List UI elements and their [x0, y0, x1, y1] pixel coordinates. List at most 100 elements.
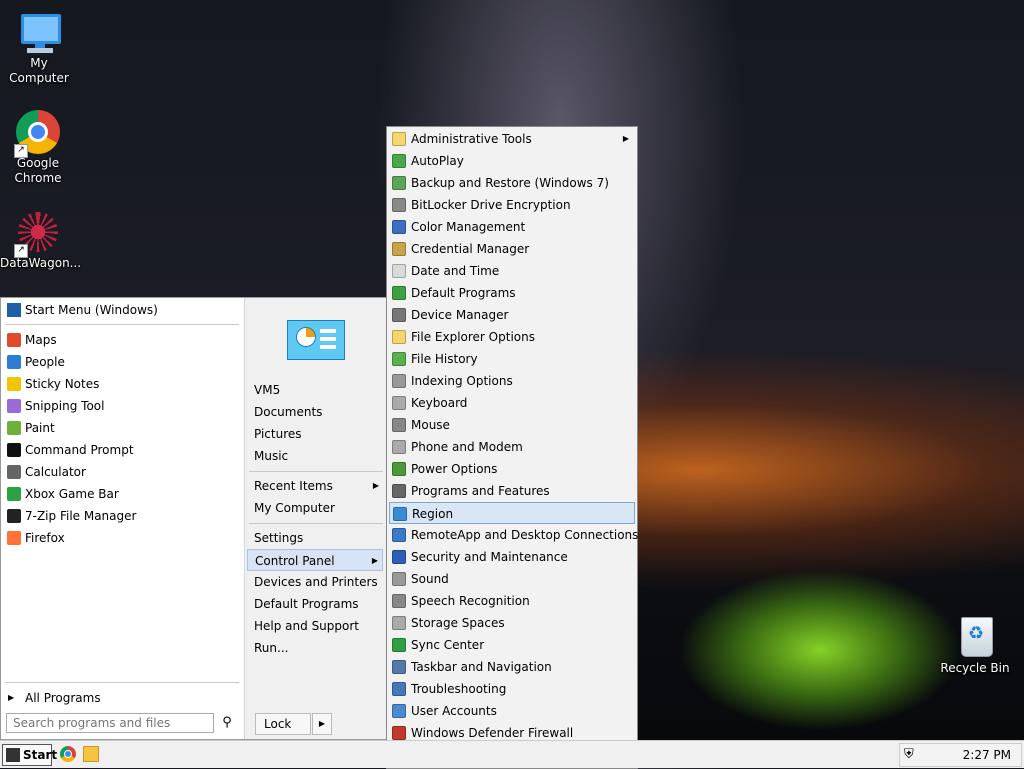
- program-calculator[interactable]: Calculator: [3, 461, 240, 483]
- storage-spaces-icon: [392, 616, 406, 630]
- cp-item-troubleshooting[interactable]: Troubleshooting: [389, 678, 635, 700]
- cp-item-security-and-maintenance[interactable]: Security and Maintenance: [389, 546, 635, 568]
- cp-item-color-management[interactable]: Color Management: [389, 216, 635, 238]
- speech-recognition-icon: [392, 594, 406, 608]
- divider: [5, 682, 239, 683]
- chrome-taskbar-icon[interactable]: [60, 746, 76, 762]
- program-paint[interactable]: Paint: [3, 417, 240, 439]
- sync-center-icon: [392, 638, 406, 652]
- cp-item-phone-and-modem[interactable]: Phone and Modem: [389, 436, 635, 458]
- start-logo-icon: [6, 748, 20, 762]
- devices-and-printers-link[interactable]: Devices and Printers: [247, 571, 383, 593]
- mouse-icon: [392, 418, 406, 432]
- desktop-icon-recycle-bin[interactable]: Recycle Bin: [937, 615, 1013, 676]
- cp-item-keyboard[interactable]: Keyboard: [389, 392, 635, 414]
- divider: [249, 523, 383, 524]
- taskbar: Start ⛨ 2:27 PM: [0, 740, 1024, 768]
- cp-item-indexing-options[interactable]: Indexing Options: [389, 370, 635, 392]
- cp-item-user-accounts[interactable]: User Accounts: [389, 700, 635, 722]
- places-music[interactable]: Music: [247, 445, 383, 467]
- search-input[interactable]: [6, 713, 214, 733]
- cp-item-speech-recognition[interactable]: Speech Recognition: [389, 590, 635, 612]
- my-computer-link[interactable]: My Computer: [247, 497, 383, 519]
- program-xbox-game-bar[interactable]: Xbox Game Bar: [3, 483, 240, 505]
- desktop-icon-label: Recycle Bin: [940, 661, 1010, 675]
- start-button[interactable]: Start: [2, 744, 57, 766]
- start-menu-windows-icon: [7, 303, 21, 317]
- desktop-icon-datawagon[interactable]: ↗ DataWagon...: [0, 210, 82, 271]
- user-accounts-icon: [392, 704, 406, 718]
- desktop-icon-label: My Computer: [9, 56, 69, 85]
- command-prompt-icon: [7, 443, 21, 457]
- cp-item-storage-spaces[interactable]: Storage Spaces: [389, 612, 635, 634]
- control-panel-link[interactable]: Control Panel ▶: [247, 549, 383, 571]
- desktop-icon-google-chrome[interactable]: ↗ Google Chrome: [0, 110, 76, 186]
- cp-item-sync-center[interactable]: Sync Center: [389, 634, 635, 656]
- cp-item-taskbar-and-navigation[interactable]: Taskbar and Navigation: [389, 656, 635, 678]
- program-snipping-tool[interactable]: Snipping Tool: [3, 395, 240, 417]
- desktop-icon-my-computer[interactable]: My Computer: [1, 10, 77, 86]
- control-panel-submenu: Administrative Tools ▶ AutoPlay Backup and …: [386, 126, 638, 769]
- cp-item-sound[interactable]: Sound: [389, 568, 635, 590]
- power-options-icon: [392, 462, 406, 476]
- security-and-maintenance-icon: [392, 550, 406, 564]
- cp-item-file-explorer-options[interactable]: File Explorer Options: [389, 326, 635, 348]
- credential-manager-icon: [392, 242, 406, 256]
- cp-item-backup-and-restore-windows-7[interactable]: Backup and Restore (Windows 7): [389, 172, 635, 194]
- security-shield-icon[interactable]: ⛨: [904, 747, 918, 763]
- 7zip-icon: [7, 509, 21, 523]
- color-management-icon: [392, 220, 406, 234]
- program-maps[interactable]: Maps: [3, 329, 240, 351]
- default-programs-link[interactable]: Default Programs: [247, 593, 383, 615]
- cp-item-administrative-tools[interactable]: Administrative Tools ▶: [389, 128, 635, 150]
- windows-defender-firewall-icon: [392, 726, 406, 740]
- file-history-icon: [392, 352, 406, 366]
- file-explorer-options-icon: [392, 330, 406, 344]
- all-programs-button[interactable]: ▶ All Programs: [3, 687, 240, 709]
- default-programs-icon: [392, 286, 406, 300]
- chevron-right-icon: ▶: [371, 556, 378, 565]
- places-pictures[interactable]: Pictures: [247, 423, 383, 445]
- program-7-zip-file-manager[interactable]: 7-Zip File Manager: [3, 505, 240, 527]
- lock-button[interactable]: Lock: [255, 713, 311, 735]
- divider: [249, 471, 383, 472]
- settings-link[interactable]: Settings: [247, 527, 383, 549]
- start-menu-header[interactable]: Start Menu (Windows): [3, 299, 240, 321]
- file-explorer-taskbar-icon[interactable]: [83, 746, 99, 762]
- cp-item-mouse[interactable]: Mouse: [389, 414, 635, 436]
- clock[interactable]: 2:27 PM: [963, 744, 1011, 766]
- cp-item-credential-manager[interactable]: Credential Manager: [389, 238, 635, 260]
- bitlocker-drive-encryption-icon: [392, 198, 406, 212]
- places-vm5[interactable]: VM5: [247, 379, 383, 401]
- cp-item-default-programs[interactable]: Default Programs: [389, 282, 635, 304]
- cp-item-programs-and-features[interactable]: Programs and Features: [389, 480, 635, 502]
- cp-item-bitlocker-drive-encryption[interactable]: BitLocker Drive Encryption: [389, 194, 635, 216]
- cp-item-region[interactable]: Region: [389, 502, 635, 524]
- program-command-prompt[interactable]: Command Prompt: [3, 439, 240, 461]
- cp-item-date-and-time[interactable]: Date and Time: [389, 260, 635, 282]
- firefox-icon: [7, 531, 21, 545]
- cp-item-file-history[interactable]: File History: [389, 348, 635, 370]
- datawagon-icon: ↗: [14, 210, 60, 258]
- xbox-icon: [7, 487, 21, 501]
- sound-icon: [392, 572, 406, 586]
- program-people[interactable]: People: [3, 351, 240, 373]
- cp-item-device-manager[interactable]: Device Manager: [389, 304, 635, 326]
- chevron-right-icon: ▶: [372, 481, 379, 490]
- places-documents[interactable]: Documents: [247, 401, 383, 423]
- help-and-support-link[interactable]: Help and Support: [247, 615, 383, 637]
- chevron-right-icon: ▶: [622, 134, 629, 143]
- cp-item-power-options[interactable]: Power Options: [389, 458, 635, 480]
- program-firefox[interactable]: Firefox: [3, 527, 240, 549]
- search-icon[interactable]: ⚲: [218, 714, 236, 732]
- cp-item-autoplay[interactable]: AutoPlay: [389, 150, 635, 172]
- shutdown-options-chevron-icon[interactable]: ▶: [312, 713, 332, 735]
- recent-items[interactable]: Recent Items ▶: [247, 475, 383, 497]
- desktop-icon-label: DataWagon...: [0, 256, 82, 270]
- run-link[interactable]: Run...: [247, 637, 383, 659]
- recycle-bin-icon: [953, 615, 997, 659]
- programs-and-features-icon: [392, 484, 406, 498]
- keyboard-icon: [392, 396, 406, 410]
- cp-item-remoteapp-and-desktop-connections[interactable]: RemoteApp and Desktop Connections: [389, 524, 638, 546]
- program-sticky-notes[interactable]: Sticky Notes: [3, 373, 240, 395]
